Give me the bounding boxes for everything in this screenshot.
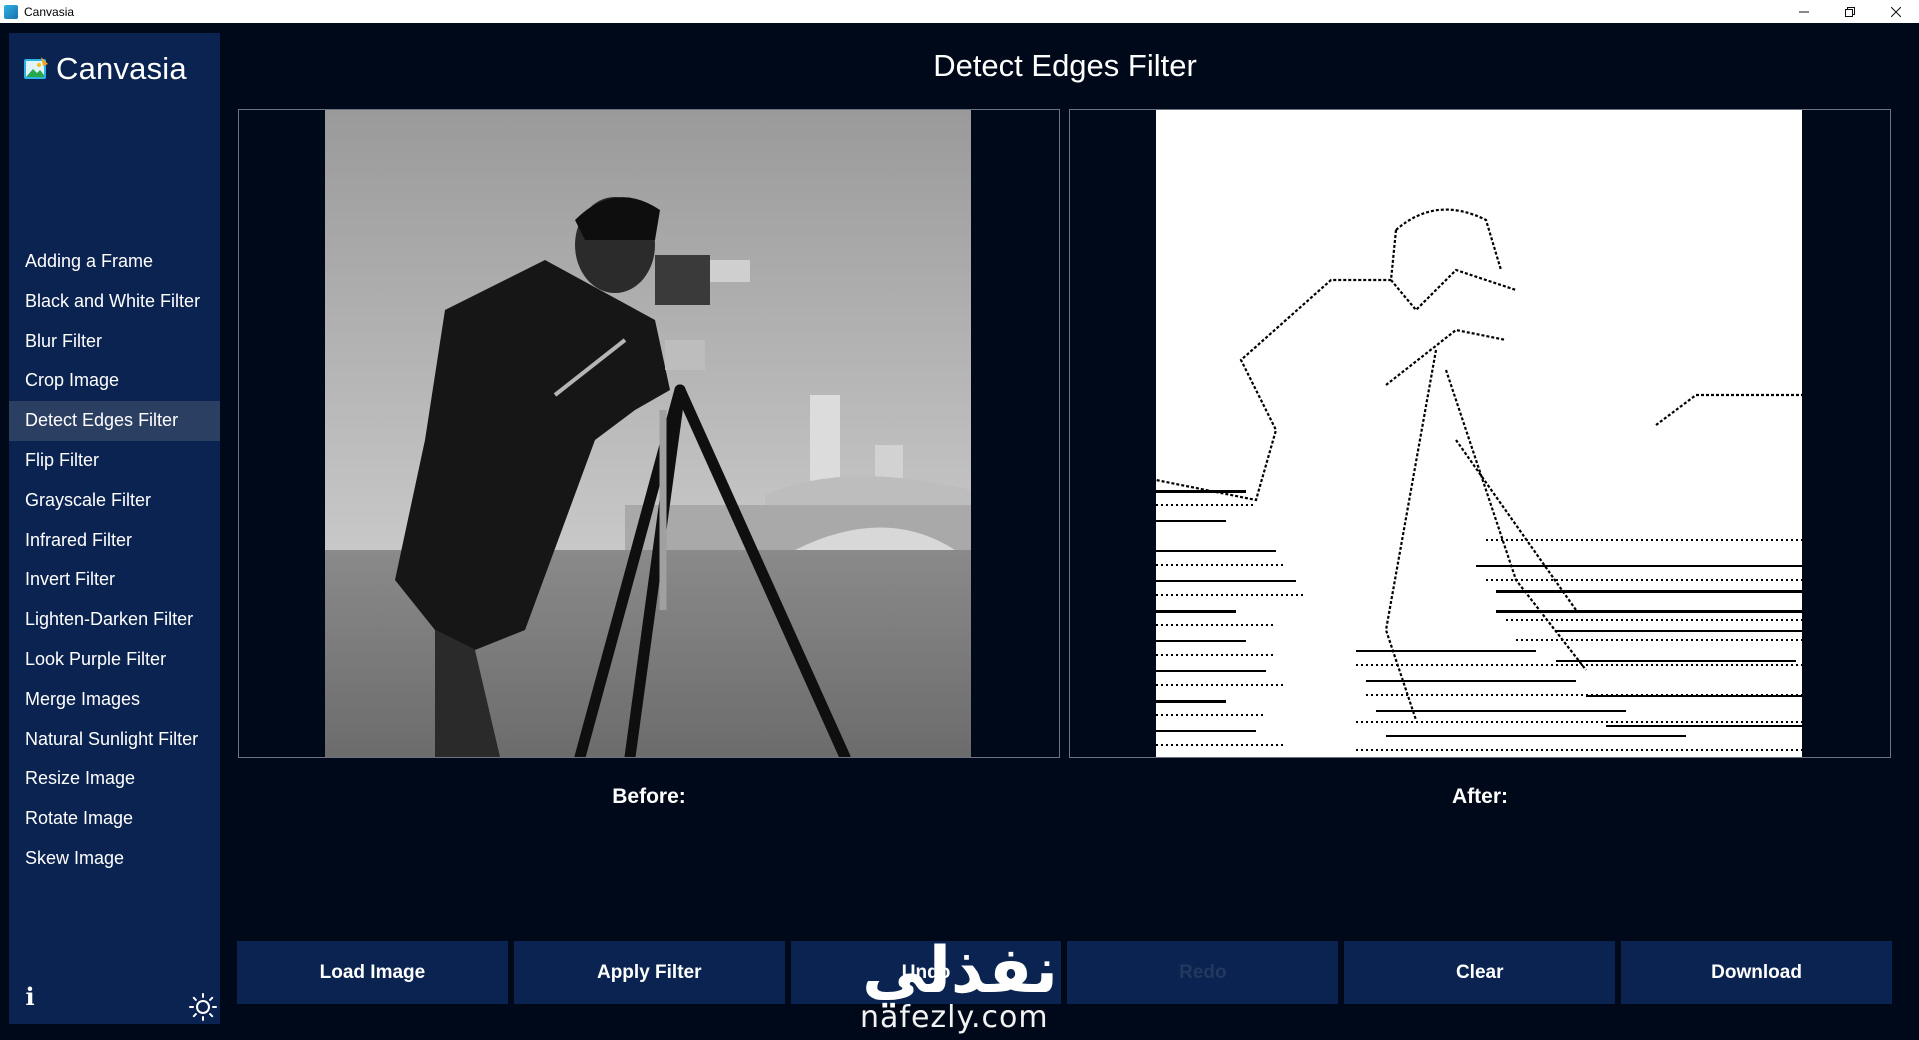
before-image-panel: [238, 109, 1060, 758]
watermark-text: nafezly.com: [860, 1000, 1049, 1035]
after-image-panel: [1069, 109, 1891, 758]
sidebar-item-infrared-filter[interactable]: Infrared Filter: [9, 521, 220, 561]
window-controls: [1781, 0, 1919, 23]
before-image: [325, 110, 971, 757]
info-icon[interactable]: i: [23, 984, 37, 1010]
window-title: Canvasia: [24, 4, 75, 19]
sun-icon[interactable]: [188, 992, 218, 1022]
sidebar-item-grayscale-filter[interactable]: Grayscale Filter: [9, 481, 220, 521]
brand-name: Canvasia: [56, 51, 187, 86]
window-titlebar: Canvasia: [0, 0, 1919, 23]
sidebar-item-lighten-darken-filter[interactable]: Lighten-Darken Filter: [9, 600, 220, 640]
minimize-button[interactable]: [1781, 0, 1827, 23]
brand: Canvasia: [23, 51, 187, 87]
minimize-icon: [1799, 11, 1809, 12]
load-image-button[interactable]: Load Image: [237, 941, 508, 1004]
close-button[interactable]: [1873, 0, 1919, 23]
sidebar-item-blur-filter[interactable]: Blur Filter: [9, 322, 220, 362]
close-icon: [1891, 6, 1901, 17]
sidebar-item-adding-a-frame[interactable]: Adding a Frame: [9, 242, 220, 282]
sidebar-item-invert-filter[interactable]: Invert Filter: [9, 560, 220, 600]
sidebar-item-natural-sunlight-filter[interactable]: Natural Sunlight Filter: [9, 720, 220, 760]
after-image: [1156, 110, 1802, 757]
redo-button[interactable]: Redo: [1067, 941, 1339, 1004]
undo-button[interactable]: Undo: [790, 941, 1062, 1004]
before-label: Before:: [612, 785, 686, 808]
page-title: Detect Edges Filter: [933, 48, 1197, 83]
restore-button[interactable]: [1827, 0, 1873, 23]
sidebar-item-flip-filter[interactable]: Flip Filter: [9, 441, 220, 481]
sidebar-item-merge-images[interactable]: Merge Images: [9, 680, 220, 720]
filter-nav: Adding a Frame Black and White Filter Bl…: [9, 242, 220, 879]
sidebar-item-rotate-image[interactable]: Rotate Image: [9, 799, 220, 839]
sidebar-item-resize-image[interactable]: Resize Image: [9, 759, 220, 799]
download-button[interactable]: Download: [1621, 941, 1892, 1004]
restore-icon: [1845, 6, 1855, 17]
sidebar-item-black-and-white-filter[interactable]: Black and White Filter: [9, 282, 220, 322]
sidebar-item-crop-image[interactable]: Crop Image: [9, 361, 220, 401]
clear-button[interactable]: Clear: [1344, 941, 1616, 1004]
action-bar: Load Image Apply Filter Undo Redo Clear …: [237, 941, 1892, 1004]
sidebar: Canvasia Adding a Frame Black and White …: [9, 33, 220, 1024]
canvasia-logo-icon: [24, 57, 48, 79]
after-label: After:: [1452, 785, 1508, 808]
sidebar-item-detect-edges-filter[interactable]: Detect Edges Filter: [9, 401, 220, 441]
sidebar-item-skew-image[interactable]: Skew Image: [9, 839, 220, 879]
sidebar-item-look-purple-filter[interactable]: Look Purple Filter: [9, 640, 220, 680]
app-icon: [4, 4, 18, 19]
apply-filter-button[interactable]: Apply Filter: [513, 941, 785, 1004]
